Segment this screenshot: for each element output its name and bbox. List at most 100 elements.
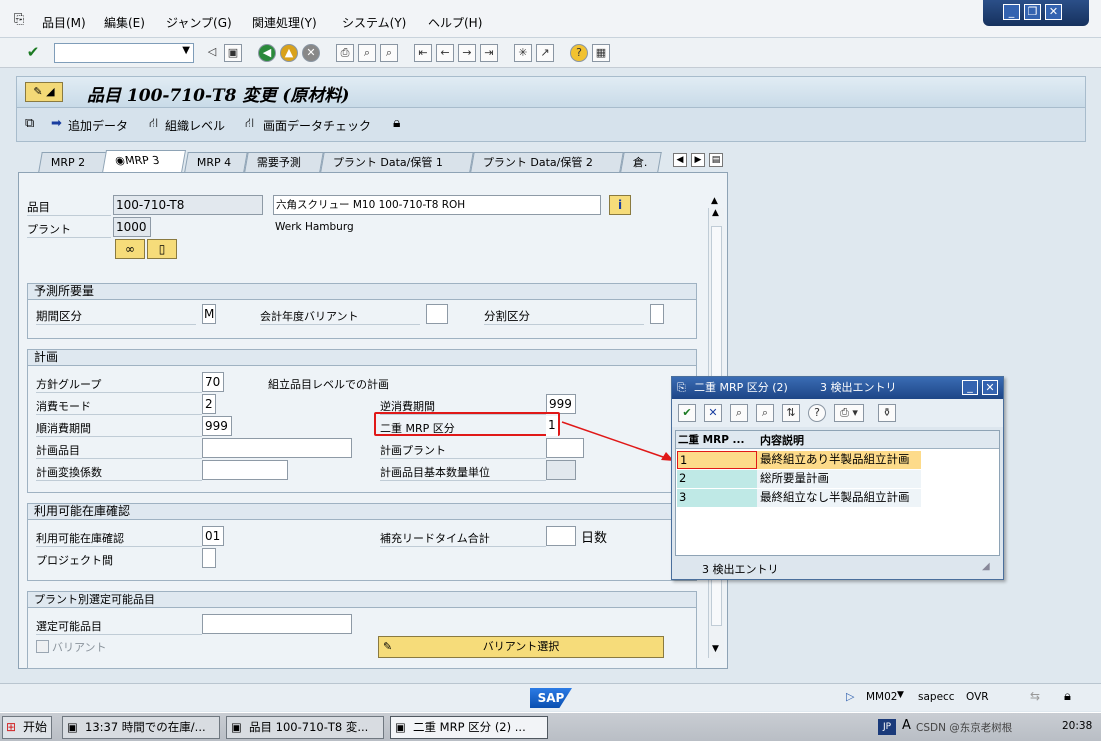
dialog-help-icon[interactable]: ? [808, 404, 826, 422]
table-row[interactable]: 3 最終組立なし半製品組立計画 [677, 489, 921, 507]
exit-icon[interactable]: ▲ [280, 44, 298, 62]
days-unit: 日数 [581, 531, 608, 546]
taskbar-item-material[interactable]: ▣ 品目 100-710-T8 変... [226, 716, 384, 739]
planning-plant-label: 計画プラント [380, 442, 546, 459]
find-icon[interactable]: ⌕ [358, 44, 376, 62]
tab-mrp3[interactable]: ◉ MRP 3 [101, 150, 187, 173]
chevron-down-icon[interactable]: ▼ [897, 690, 904, 700]
resize-grip-icon[interactable]: ◢ [982, 561, 990, 572]
variant-select-button[interactable]: ✎ バリアント選択 [378, 636, 664, 658]
backward-period-field[interactable]: 999 [546, 394, 576, 414]
dialog-close-icon[interactable]: ✕ [982, 380, 998, 395]
print-icon[interactable]: ⎙ [336, 44, 354, 62]
collapse-left-icon[interactable]: ◁ [203, 44, 221, 62]
additional-data-button[interactable]: 追加データ [68, 117, 128, 134]
consumption-mode-field[interactable]: 2 [202, 394, 216, 414]
save-icon[interactable]: ▣ [224, 44, 242, 62]
select-views-icon[interactable]: ⧉ [25, 116, 34, 131]
check-screen-data-button[interactable]: 画面データチェック [263, 117, 371, 134]
org-levels-button[interactable]: 組織レベル [165, 117, 225, 134]
dialog-ok-icon[interactable]: ✔ [678, 404, 696, 422]
insert-mode: OVR [966, 691, 989, 703]
new-session-icon[interactable]: ✳ [514, 44, 532, 62]
material-description-field[interactable]: 六角スクリュー M10 100-710-T8 ROH [273, 195, 601, 215]
first-page-icon[interactable]: ⇤ [414, 44, 432, 62]
menu-goto[interactable]: ジャンプ(G) [166, 14, 232, 31]
annotation-arrow-line [561, 421, 667, 459]
planning-material-field[interactable] [202, 438, 352, 458]
dialog-sort-icon[interactable]: ⇅ [782, 404, 800, 422]
fiscal-year-variant-field[interactable] [426, 304, 448, 324]
dialog-find-next-icon[interactable]: ⌕ [756, 404, 774, 422]
previous-page-icon[interactable]: ← [436, 44, 454, 62]
menu-material[interactable]: 品目(M) [42, 14, 86, 31]
dialog-cancel-icon[interactable]: ✕ [704, 404, 722, 422]
document-icon[interactable]: ▯ [147, 239, 177, 259]
enter-icon[interactable]: ✔ [24, 44, 42, 62]
scroll-up-icon[interactable]: ▲ [712, 208, 719, 218]
language-indicator[interactable]: JP [878, 719, 896, 735]
dialog-print-icon[interactable]: ⎙ ▾ [834, 404, 864, 422]
tab-plant-data-2[interactable]: プラント Data/保管 2 [470, 152, 624, 172]
tab-scroll-left-icon[interactable]: ◀ [673, 153, 687, 167]
configurable-group-title: プラント別選定可能品目 [28, 592, 696, 608]
menu-edit[interactable]: 編集(E) [104, 14, 145, 31]
find-next-icon[interactable]: ⌕ [380, 44, 398, 62]
scroll-top-up-icon[interactable]: ▲ [711, 196, 718, 206]
tab-mrp4[interactable]: MRP 4 [184, 152, 248, 172]
tab-plant-data-1[interactable]: プラント Data/保管 1 [320, 152, 474, 172]
cross-project-field[interactable] [202, 548, 216, 568]
display-change-icon[interactable]: ✎ ◢ [25, 82, 63, 102]
conversion-factor-field[interactable] [202, 460, 288, 480]
glasses-icon[interactable]: ∞ [115, 239, 145, 259]
menu-system[interactable]: システム(Y) [342, 14, 406, 31]
variant-checkbox[interactable] [36, 640, 49, 653]
help-icon[interactable]: ? [570, 44, 588, 62]
close-icon[interactable]: ✕ [1045, 4, 1062, 20]
taskbar-item-dialog[interactable]: ▣ 二重 MRP 区分 (2) ... [390, 716, 548, 739]
ime-icon[interactable]: A [902, 718, 911, 733]
exit-icon[interactable]: ⎘ [14, 12, 24, 27]
strategy-group-field[interactable]: 70 [202, 372, 224, 392]
taskbar-item-stock[interactable]: ▣ 13:37 時間での在庫/... [62, 716, 220, 739]
menu-help[interactable]: ヘルプ(H) [428, 14, 482, 31]
dialog-personalize-icon[interactable]: ⚱ [878, 404, 896, 422]
chevron-down-icon[interactable]: ▼ [182, 45, 190, 56]
dialog-minimize-icon[interactable]: _ [962, 380, 978, 395]
dialog-find-icon[interactable]: ⌕ [730, 404, 748, 422]
strategy-group-label: 方針グループ [36, 376, 202, 393]
next-page-icon[interactable]: → [458, 44, 476, 62]
column-description-header[interactable]: 内容説明 [760, 432, 804, 448]
start-button[interactable]: ⊞ 开始 [2, 716, 52, 739]
status-expand-icon[interactable]: ▷ [846, 690, 854, 703]
dialog-title: 二重 MRP 区分 (2) [694, 381, 788, 394]
tab-warehouse[interactable]: 倉. [620, 152, 662, 172]
tab-list-icon[interactable]: ▤ [709, 153, 723, 167]
shortcut-icon[interactable]: ↗ [536, 44, 554, 62]
menu-extras[interactable]: 関連処理(Y) [252, 14, 317, 31]
availability-check-field[interactable]: 01 [202, 526, 224, 546]
minimize-icon[interactable]: _ [1003, 4, 1020, 20]
back-icon[interactable]: ◀ [258, 44, 276, 62]
mixed-mrp-field[interactable]: 1 [546, 416, 558, 436]
tab-forecast[interactable]: 需要予測 [244, 152, 324, 172]
lock-icon[interactable]: 🔒︎ [393, 115, 400, 131]
column-key-header[interactable]: 二重 MRP ... [678, 432, 745, 447]
layout-menu-icon[interactable]: ▦ [592, 44, 610, 62]
table-row[interactable]: 2 総所要量計画 [677, 470, 921, 488]
forward-period-field[interactable]: 999 [202, 416, 232, 436]
plant-name: Werk Hamburg [275, 221, 354, 233]
scroll-down-icon[interactable]: ▼ [712, 644, 719, 654]
last-page-icon[interactable]: ⇥ [480, 44, 498, 62]
configurable-material-field[interactable] [202, 614, 352, 634]
tab-scroll-right-icon[interactable]: ▶ [691, 153, 705, 167]
tab-mrp2[interactable]: MRP 2 [38, 152, 108, 172]
replenishment-lead-time-field[interactable] [546, 526, 576, 546]
restore-icon[interactable]: ❐ [1024, 4, 1041, 20]
info-icon[interactable]: i [609, 195, 631, 215]
split-indicator-field[interactable] [650, 304, 664, 324]
command-field[interactable]: ▼ [54, 43, 194, 63]
table-row[interactable]: 1 最終組立あり半製品組立計画 [677, 451, 921, 469]
period-indicator-field[interactable]: M [202, 304, 216, 324]
cancel-icon[interactable]: ✕ [302, 44, 320, 62]
